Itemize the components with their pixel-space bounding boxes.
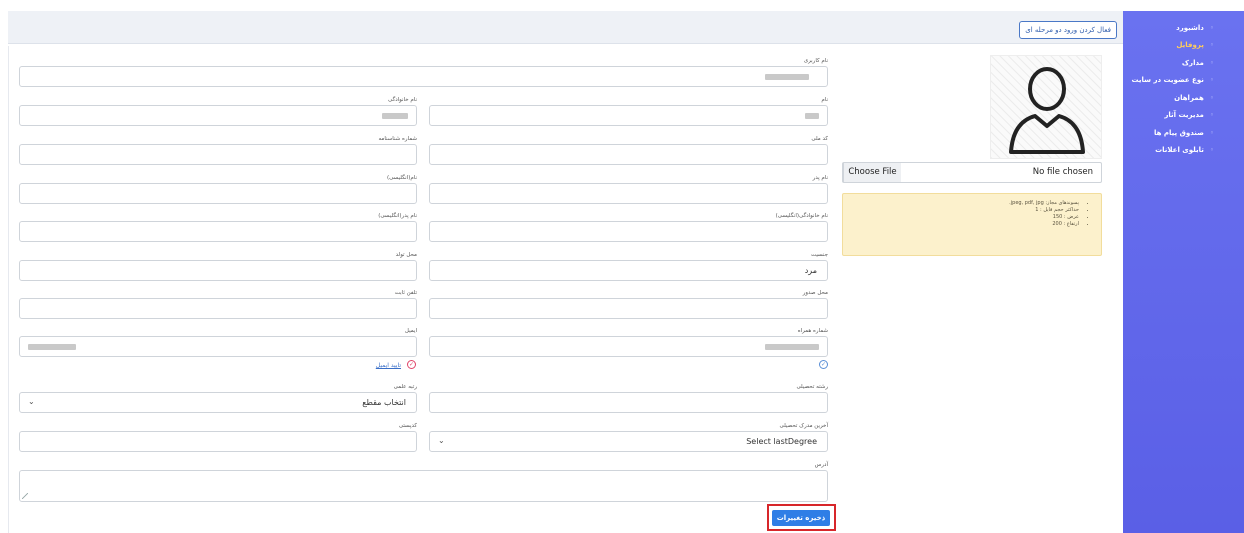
sidebar-item-profile[interactable]: ◦ پروفایل: [1123, 37, 1244, 55]
redacted-value: [765, 344, 819, 350]
father-name-en-input[interactable]: [19, 221, 417, 242]
postal-code-input[interactable]: [19, 431, 417, 452]
rule-item: عرض : 150: [843, 214, 1079, 221]
sidebar-item-works[interactable]: ◦ مدیریت آثار: [1123, 107, 1244, 125]
gender-value: مرد: [804, 266, 817, 275]
issue-place-label: محل صدور: [802, 290, 828, 296]
redacted-value: [382, 113, 408, 119]
academic-rank-select[interactable]: ⌄ انتخاب مقطع: [19, 392, 417, 413]
username-input[interactable]: [19, 66, 828, 87]
father-name-label: نام پدر: [812, 175, 828, 181]
academic-rank-label: رتبه علمی: [393, 384, 417, 390]
first-name-label: نام: [821, 97, 828, 103]
username-label: نام کاربری: [803, 58, 828, 64]
gender-select[interactable]: مرد: [429, 260, 828, 281]
sidebar-item-companions[interactable]: ◦ همراهان: [1123, 89, 1244, 107]
last-degree-value: Select lastDegree: [746, 437, 817, 446]
bullet-icon: ◦: [1209, 23, 1214, 32]
phone-input[interactable]: [19, 298, 417, 319]
bullet-icon: ◦: [1209, 128, 1214, 137]
avatar-placeholder: [990, 55, 1102, 159]
verify-email-link[interactable]: تایید ایمیل: [376, 362, 401, 369]
id-number-label: شماره شناسنامه: [378, 136, 417, 142]
national-code-input[interactable]: [429, 144, 828, 165]
last-name-en-input[interactable]: [429, 221, 828, 242]
address-textarea[interactable]: [19, 470, 828, 502]
last-name-label: نام خانوادگی: [388, 97, 417, 103]
field-of-study-input[interactable]: [429, 392, 828, 413]
last-degree-label: آخرین مدرک تحصیلی: [779, 423, 828, 429]
chevron-down-icon: ⌄: [28, 397, 35, 406]
rule-item: پسوندهای مجاز: jpeg, pdf, jpg.: [843, 200, 1079, 207]
mobile-label: شماره همراه: [797, 328, 828, 334]
resize-handle-icon[interactable]: [22, 493, 28, 499]
chevron-down-icon: ⌄: [438, 436, 445, 445]
redacted-value: [805, 113, 819, 119]
name-en-input[interactable]: [19, 183, 417, 204]
name-en-label: نام(انگلیسی): [387, 175, 417, 181]
last-name-en-label: نام خانوادگی(انگلیسی): [775, 213, 828, 219]
file-status: No file chosen: [1032, 167, 1093, 177]
sidebar-item-membership[interactable]: ◦ نوع عضویت در سایت: [1123, 72, 1244, 90]
father-name-en-label: نام پدر(انگلیسی): [378, 213, 417, 219]
field-of-study-label: رشته تحصیلی: [796, 384, 828, 390]
sidebar-item-inbox[interactable]: ◦ صندوق پیام ها: [1123, 124, 1244, 142]
issue-place-input[interactable]: [429, 298, 828, 319]
sidebar: ◦ داشبورد ◦ پروفایل ◦ مدارک ◦ نوع عضویت در س…: [1123, 11, 1244, 533]
sidebar-item-dashboard[interactable]: ◦ داشبورد: [1123, 19, 1244, 37]
unverified-check-icon: ✓: [407, 360, 416, 369]
bullet-icon: ◦: [1209, 111, 1214, 120]
last-degree-select[interactable]: ⌄ Select lastDegree: [429, 431, 828, 452]
sidebar-item-notices[interactable]: ◦ تابلوی اعلانات: [1123, 142, 1244, 160]
save-changes-button[interactable]: ذخیره تغییرات: [772, 510, 830, 526]
first-name-input[interactable]: [429, 105, 828, 126]
bullet-icon: ◦: [1209, 58, 1214, 67]
bullet-icon: ◦: [1209, 76, 1214, 85]
user-silhouette-icon: [1009, 67, 1085, 154]
last-name-input[interactable]: [19, 105, 417, 126]
birth-place-label: محل تولد: [395, 252, 417, 258]
redacted-value: [765, 74, 809, 80]
choose-file-button[interactable]: Choose File: [843, 163, 901, 182]
top-bar: فعال کردن ورود دو مرحله ای: [8, 11, 1123, 44]
rule-item: ارتفاع : 200: [843, 221, 1079, 228]
id-number-input[interactable]: [19, 144, 417, 165]
rule-item: حداکثر حجم فایل : 1: [843, 207, 1079, 214]
upload-rules: پسوندهای مجاز: jpeg, pdf, jpg. حداکثر حج…: [842, 193, 1102, 256]
bullet-icon: ◦: [1209, 41, 1214, 50]
enable-two-factor-button[interactable]: فعال کردن ورود دو مرحله ای: [1019, 21, 1117, 39]
email-label: ایمیل: [404, 328, 417, 334]
father-name-input[interactable]: [429, 183, 828, 204]
avatar-file-input[interactable]: Choose File No file chosen: [842, 162, 1102, 183]
redacted-value: [28, 344, 76, 350]
phone-label: تلفن ثابت: [394, 290, 417, 296]
postal-code-label: کدپستی: [398, 423, 417, 429]
sidebar-item-documents[interactable]: ◦ مدارک: [1123, 54, 1244, 72]
gender-label: جنسیت: [810, 252, 828, 258]
birth-place-input[interactable]: [19, 260, 417, 281]
academic-rank-value: انتخاب مقطع: [362, 398, 406, 407]
verified-check-icon: ✓: [819, 360, 828, 369]
email-input[interactable]: [19, 336, 417, 357]
mobile-input[interactable]: [429, 336, 828, 357]
national-code-label: کد ملی: [811, 136, 828, 142]
bullet-icon: ◦: [1209, 146, 1214, 155]
address-label: آدرس: [814, 462, 828, 468]
bullet-icon: ◦: [1209, 93, 1214, 102]
